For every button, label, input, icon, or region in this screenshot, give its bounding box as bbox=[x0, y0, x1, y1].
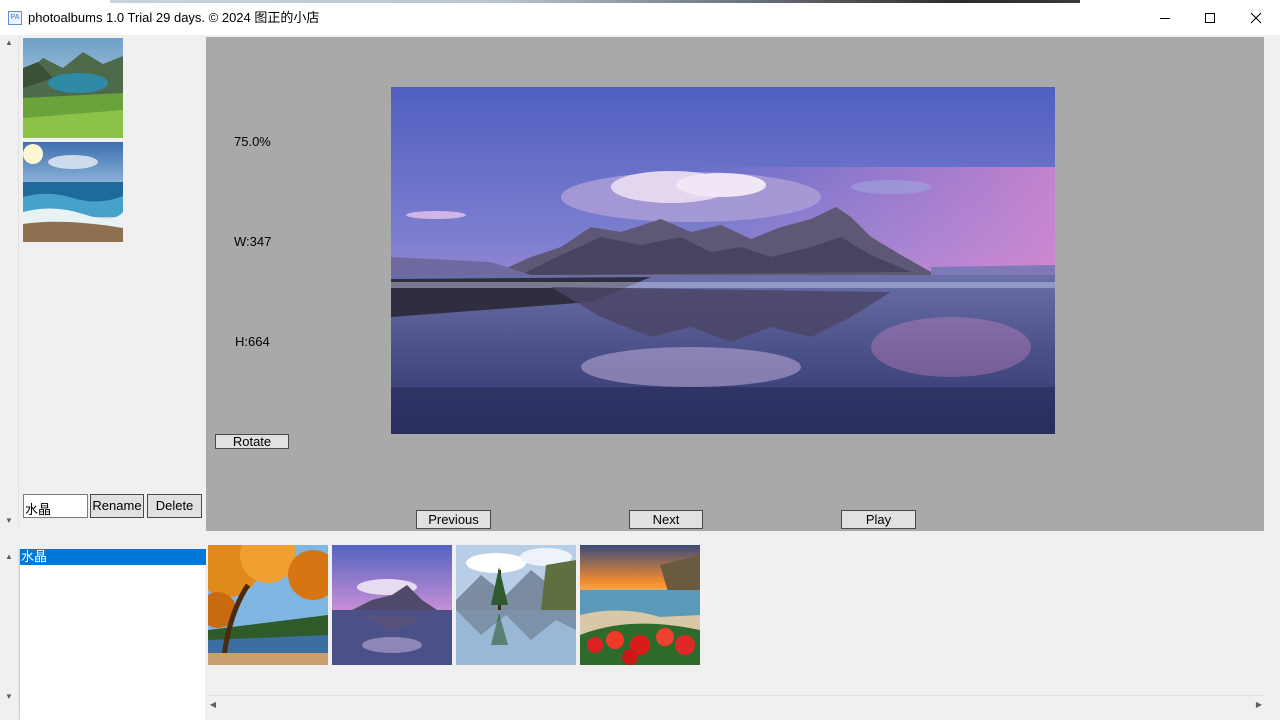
scroll-right-icon[interactable]: ▶ bbox=[1252, 697, 1266, 712]
mountain-beach-photo bbox=[391, 87, 1055, 434]
scroll-down-icon[interactable]: ▼ bbox=[0, 513, 18, 527]
main-photo[interactable] bbox=[391, 87, 1055, 434]
alpine-lake-image bbox=[456, 545, 576, 665]
name-input[interactable]: 水晶 bbox=[23, 494, 88, 518]
scroll-left-icon[interactable]: ◀ bbox=[206, 697, 220, 712]
mountain-beach-reflection-image bbox=[332, 545, 452, 665]
rotate-button[interactable]: Rotate bbox=[215, 434, 289, 449]
ocean-sunset-image bbox=[23, 142, 123, 242]
scroll-up-icon[interactable]: ▲ bbox=[0, 35, 18, 49]
thumbnail-ocean-sunset[interactable] bbox=[23, 142, 123, 242]
album-thumbnail-panel: ▲ ▼ 水晶 Rename Delete bbox=[0, 35, 205, 530]
strip-thumbnail-autumn-tree[interactable] bbox=[208, 545, 328, 665]
mountain-lake-image bbox=[23, 38, 123, 138]
name-input-value: 水晶 bbox=[25, 502, 52, 517]
photo-strip bbox=[206, 541, 1266, 695]
maximize-icon bbox=[1205, 12, 1215, 23]
height-label: H:664 bbox=[235, 334, 270, 349]
close-button[interactable] bbox=[1233, 0, 1279, 35]
scroll-down-icon[interactable]: ▼ bbox=[0, 689, 18, 703]
strip-thumbnail-coastal-flowers[interactable] bbox=[580, 545, 700, 665]
scroll-up-icon[interactable]: ▲ bbox=[0, 549, 18, 563]
photo-strip-scrollbar[interactable]: ◀ ▶ bbox=[206, 695, 1266, 713]
zoom-label: 75.0% bbox=[234, 134, 271, 149]
album-list-item[interactable]: 水晶 bbox=[20, 549, 206, 565]
delete-button[interactable]: Delete bbox=[147, 494, 202, 518]
autumn-tree-image bbox=[208, 545, 328, 665]
rename-button[interactable]: Rename bbox=[90, 494, 144, 518]
previous-button[interactable]: Previous bbox=[416, 510, 491, 529]
close-icon bbox=[1250, 12, 1262, 23]
coastal-flowers-image bbox=[580, 545, 700, 665]
thumbnail-mountain-lake[interactable] bbox=[23, 38, 123, 138]
album-list-scrollbar[interactable]: ▲ ▼ bbox=[0, 549, 19, 709]
background-window-strip bbox=[110, 0, 1080, 3]
minimize-icon bbox=[1160, 17, 1170, 19]
title-bar: PA photoalbums 1.0 Trial 29 days. © 2024… bbox=[0, 0, 1280, 35]
window-title: photoalbums 1.0 Trial 29 days. © 2024 图正… bbox=[28, 10, 320, 25]
maximize-button[interactable] bbox=[1187, 0, 1233, 35]
width-label: W:347 bbox=[234, 234, 272, 249]
app-icon: PA bbox=[8, 11, 22, 25]
minimize-button[interactable] bbox=[1142, 0, 1188, 35]
thumbnail-scrollbar[interactable]: ▲ ▼ bbox=[0, 35, 19, 527]
strip-thumbnail-mountain-beach[interactable] bbox=[332, 545, 452, 665]
image-viewer: 75.0% W:347 H:664 Rotate Previous Next P… bbox=[206, 37, 1264, 531]
play-button[interactable]: Play bbox=[841, 510, 916, 529]
strip-thumbnail-alpine-lake[interactable] bbox=[456, 545, 576, 665]
next-button[interactable]: Next bbox=[629, 510, 703, 529]
album-list: 水晶 bbox=[19, 549, 206, 720]
